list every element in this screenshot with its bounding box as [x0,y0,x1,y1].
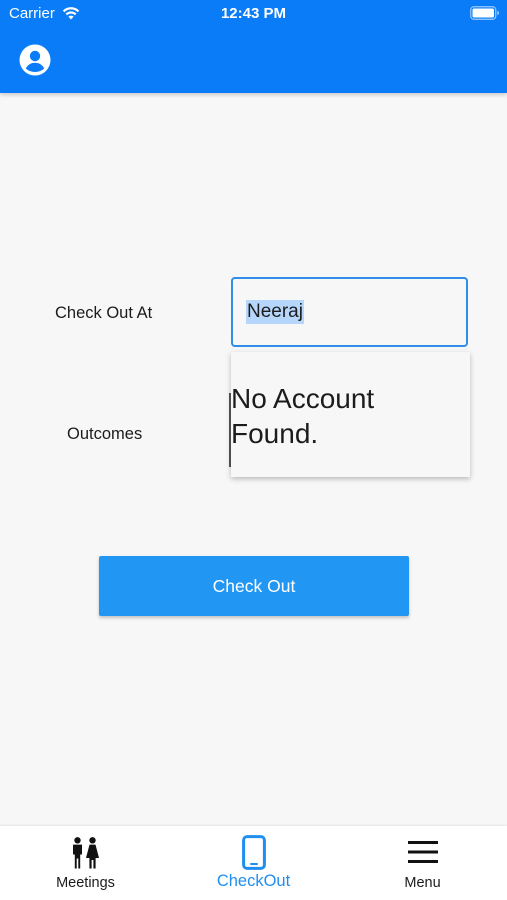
check-out-button[interactable]: Check Out [99,556,409,616]
nav-item-menu[interactable]: Menu [338,826,507,900]
nav-label-checkout: CheckOut [216,872,291,890]
nav-label-meetings: Meetings [56,875,115,891]
checkout-at-value[interactable]: Neeraj [246,300,304,324]
outcomes-label: Outcomes [67,425,143,443]
nav-item-meetings[interactable]: Meetings [0,826,169,900]
clock-time: 12:43 PM [220,5,287,22]
status-bar: Carrier 12:43 PM [0,0,507,28]
account-suggestions-dropdown: No Account Found. [231,352,470,477]
bottom-navigation: Meetings CheckOut Menu [0,826,507,900]
nav-label-menu: Menu [404,875,441,891]
app-bar: Carrier 12:43 PM [0,0,507,93]
account-circle-icon[interactable] [19,44,51,76]
no-account-message: No Account Found. [231,383,375,449]
people-icon [72,837,99,869]
battery-icon [470,6,499,20]
nav-item-checkout[interactable]: CheckOut [169,826,338,900]
hamburger-menu-icon [407,841,438,863]
checkout-at-input[interactable]: Neeraj [231,277,468,347]
checkout-at-label: Check Out At [55,304,153,322]
phone-icon [241,835,266,870]
